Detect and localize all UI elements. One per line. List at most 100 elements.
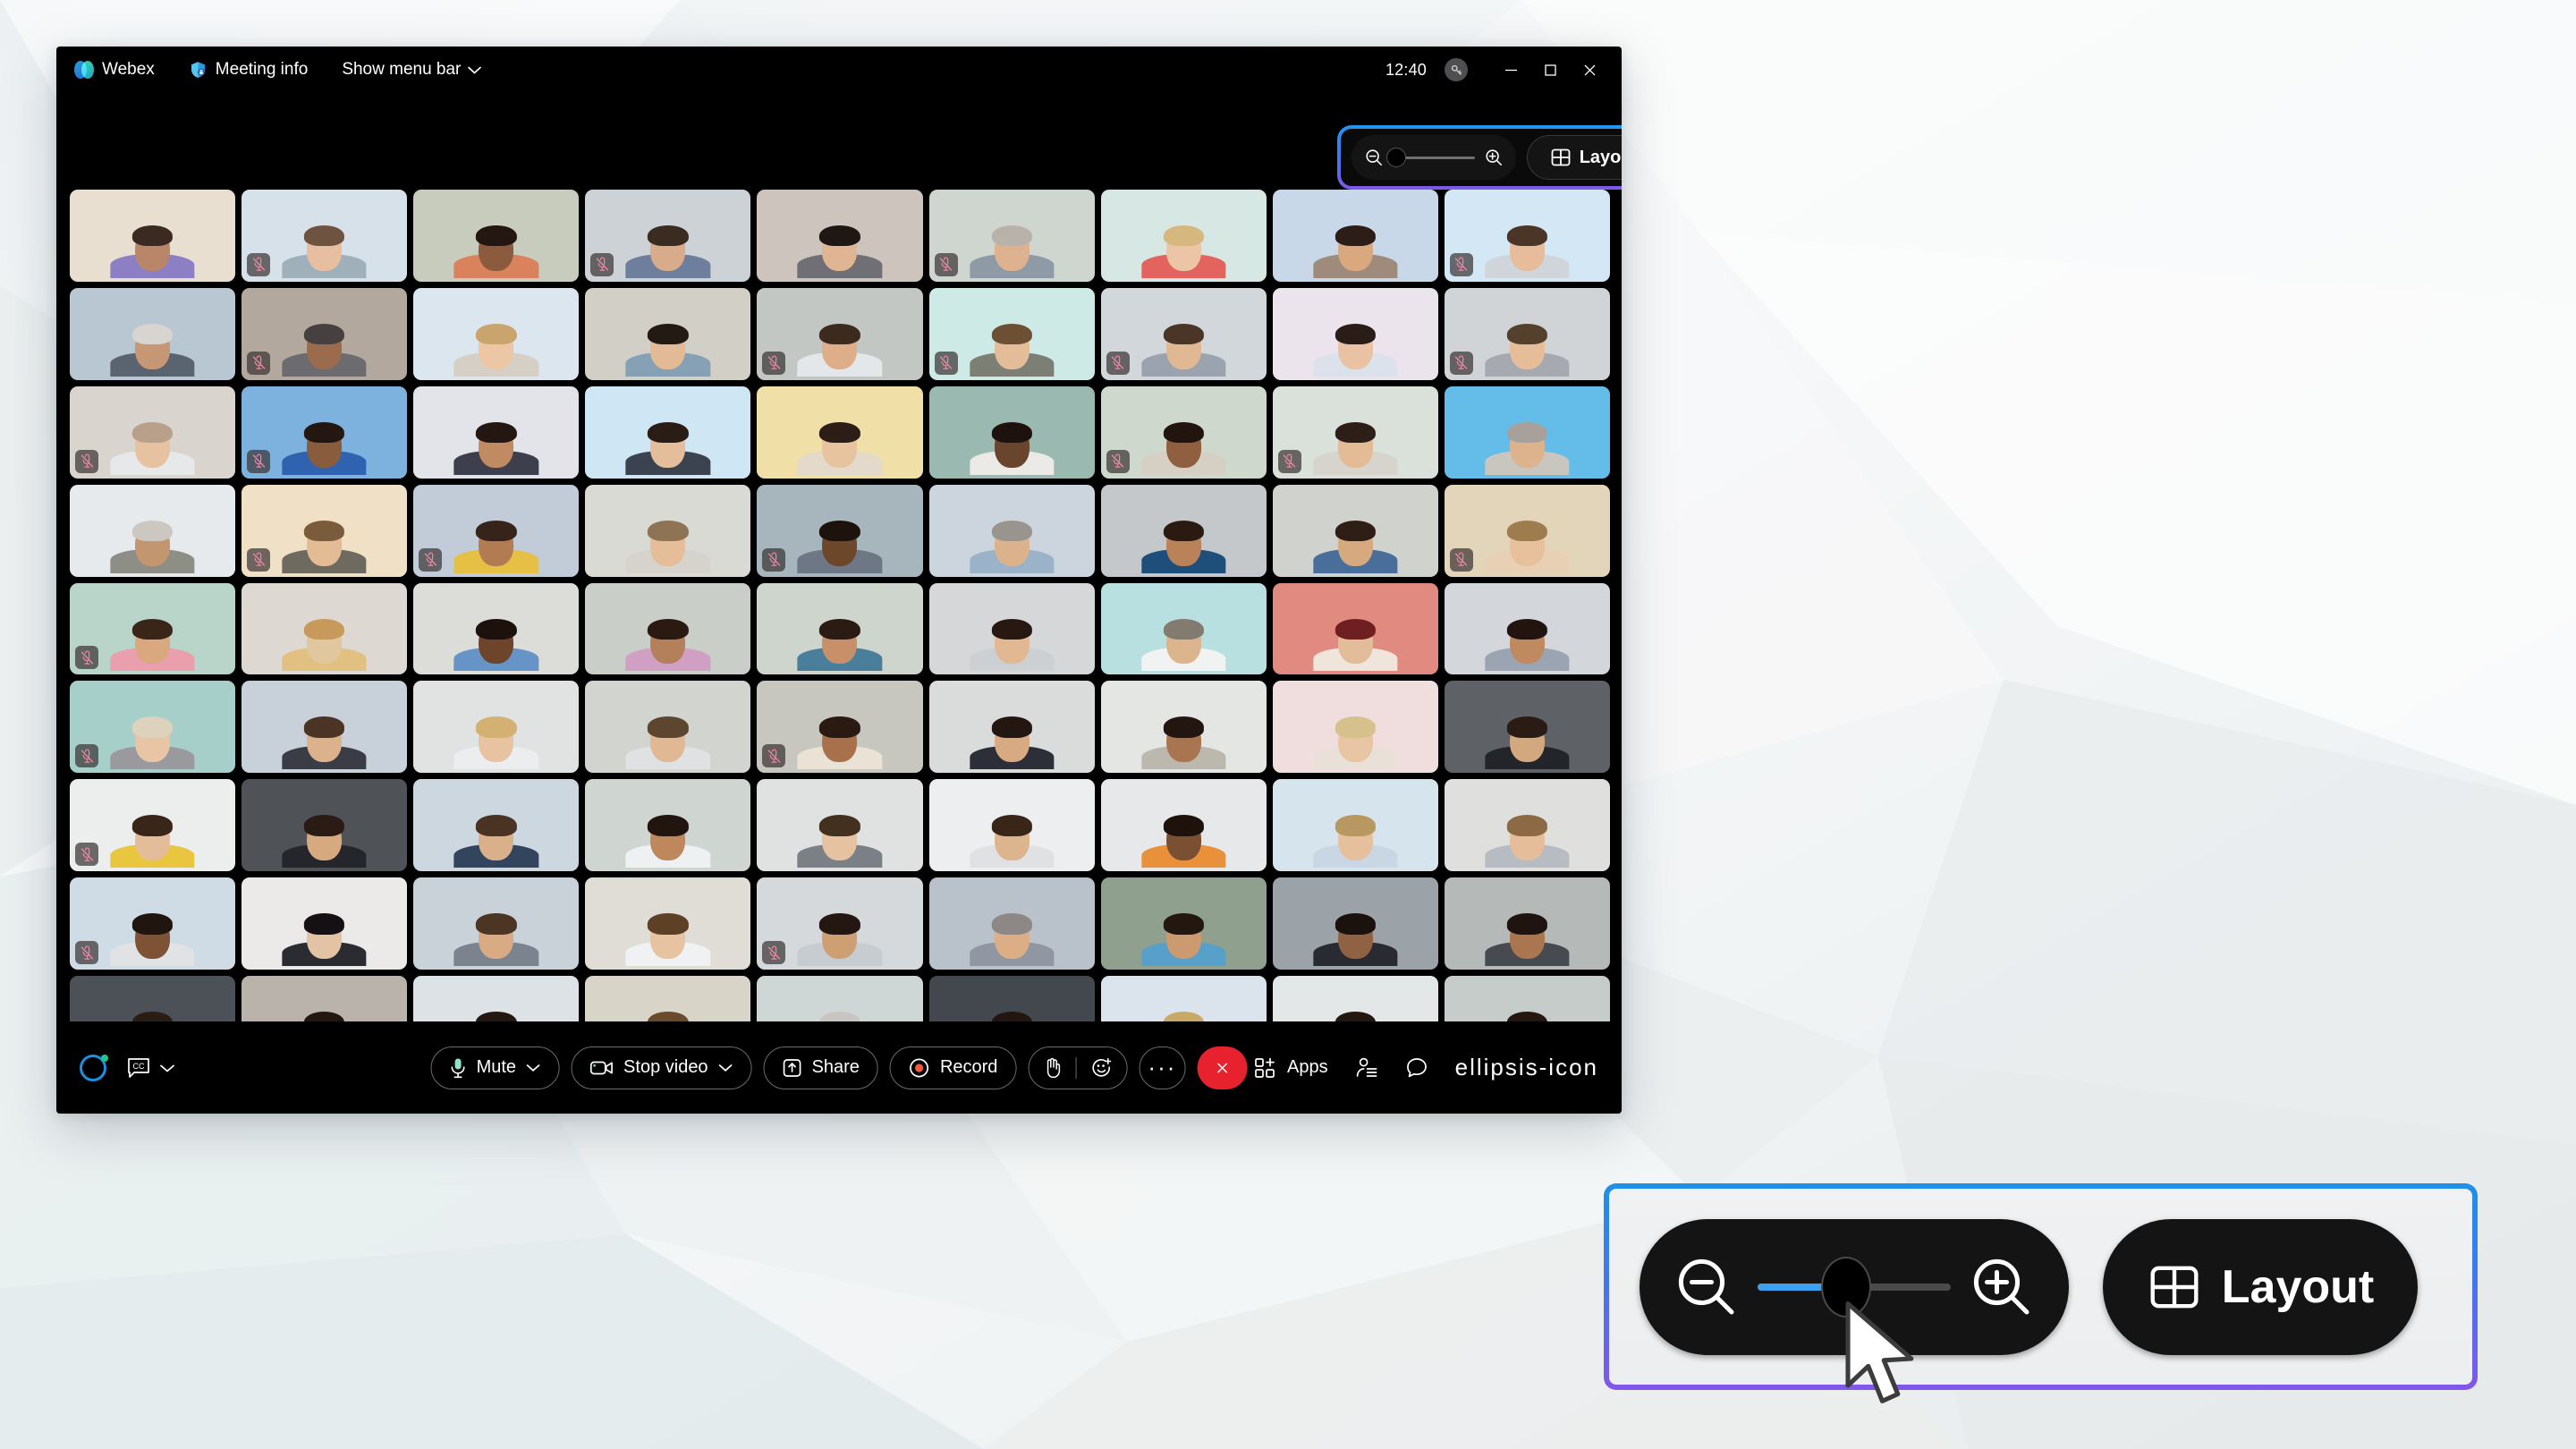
participant-video-tile[interactable] bbox=[70, 877, 236, 970]
participant-video-tile[interactable] bbox=[757, 681, 923, 774]
layout-button[interactable]: Layout bbox=[1527, 135, 1622, 180]
participant-video-tile[interactable] bbox=[585, 386, 751, 479]
participant-video-tile[interactable] bbox=[928, 681, 1095, 774]
participant-video-tile[interactable] bbox=[1100, 877, 1267, 970]
record-button[interactable]: Record bbox=[889, 1046, 1017, 1089]
stop-video-button[interactable]: Stop video bbox=[572, 1046, 752, 1089]
raise-hand-icon[interactable] bbox=[1043, 1057, 1061, 1079]
participant-video-tile[interactable] bbox=[928, 779, 1095, 872]
participant-video-tile[interactable] bbox=[1444, 484, 1610, 577]
magnifier-plus-icon[interactable] bbox=[1967, 1252, 2037, 1322]
participant-video-tile[interactable] bbox=[928, 877, 1095, 970]
participant-video-tile[interactable] bbox=[928, 190, 1095, 282]
participant-video-tile[interactable] bbox=[585, 287, 751, 380]
participant-video-tile[interactable] bbox=[1444, 779, 1610, 872]
participant-video-tile[interactable] bbox=[1272, 582, 1438, 675]
closed-captions-button[interactable]: CC bbox=[126, 1056, 175, 1080]
participant-video-tile[interactable] bbox=[1100, 484, 1267, 577]
participant-video-tile[interactable] bbox=[413, 287, 580, 380]
participant-video-tile[interactable] bbox=[70, 386, 236, 479]
participant-video-tile[interactable] bbox=[242, 287, 408, 380]
chevron-down-icon[interactable] bbox=[718, 1063, 733, 1072]
more-options-button[interactable]: ··· bbox=[1139, 1046, 1186, 1089]
participant-video-tile[interactable] bbox=[242, 582, 408, 675]
participant-video-tile[interactable] bbox=[757, 386, 923, 479]
participant-video-tile[interactable] bbox=[70, 287, 236, 380]
participant-video-tile[interactable] bbox=[928, 484, 1095, 577]
participant-video-tile[interactable] bbox=[70, 190, 236, 282]
participant-video-tile[interactable] bbox=[928, 386, 1095, 479]
minimize-button[interactable] bbox=[1491, 55, 1530, 85]
participant-video-tile[interactable] bbox=[413, 386, 580, 479]
participant-video-tile[interactable] bbox=[585, 779, 751, 872]
participant-video-tile[interactable] bbox=[242, 484, 408, 577]
participant-video-tile[interactable] bbox=[1100, 779, 1267, 872]
participant-video-tile[interactable] bbox=[1444, 681, 1610, 774]
ai-assistant-orb-icon[interactable] bbox=[80, 1054, 108, 1081]
meeting-info-button[interactable]: Meeting info bbox=[189, 60, 308, 80]
maximize-button[interactable] bbox=[1530, 55, 1570, 85]
participant-video-tile[interactable] bbox=[1100, 287, 1267, 380]
zoom-slider-control[interactable] bbox=[1352, 135, 1516, 180]
participant-video-tile[interactable] bbox=[1272, 681, 1438, 774]
chevron-down-icon[interactable] bbox=[159, 1063, 175, 1073]
participant-video-tile[interactable] bbox=[1272, 779, 1438, 872]
chat-button[interactable] bbox=[1405, 1056, 1428, 1080]
participant-video-tile[interactable] bbox=[585, 582, 751, 675]
magnifier-minus-icon[interactable] bbox=[1364, 148, 1384, 167]
participant-video-tile[interactable] bbox=[242, 190, 408, 282]
mute-button[interactable]: Mute bbox=[430, 1046, 561, 1089]
participant-video-tile[interactable] bbox=[1444, 287, 1610, 380]
participant-video-tile[interactable] bbox=[1100, 582, 1267, 675]
zoom-slider-track[interactable] bbox=[1385, 148, 1475, 167]
participant-video-tile[interactable] bbox=[757, 287, 923, 380]
participant-video-tile[interactable] bbox=[70, 484, 236, 577]
participant-video-tile[interactable] bbox=[757, 877, 923, 970]
participant-video-tile[interactable] bbox=[585, 877, 751, 970]
participant-video-tile[interactable] bbox=[413, 681, 580, 774]
participant-video-tile[interactable] bbox=[413, 779, 580, 872]
participant-video-tile[interactable] bbox=[1272, 877, 1438, 970]
participants-button[interactable] bbox=[1355, 1056, 1378, 1080]
close-button[interactable] bbox=[1570, 55, 1609, 85]
end-meeting-button[interactable] bbox=[1197, 1046, 1248, 1089]
reactions-group[interactable] bbox=[1028, 1046, 1128, 1089]
apps-button[interactable]: Apps bbox=[1254, 1056, 1328, 1080]
participant-video-tile[interactable] bbox=[1444, 386, 1610, 479]
participant-video-tile[interactable] bbox=[585, 681, 751, 774]
participant-video-tile[interactable] bbox=[757, 779, 923, 872]
participant-video-tile[interactable] bbox=[70, 681, 236, 774]
participant-video-tile[interactable] bbox=[757, 582, 923, 675]
magnifier-plus-icon[interactable] bbox=[1484, 148, 1504, 167]
participant-video-tile[interactable] bbox=[1444, 582, 1610, 675]
chevron-down-icon[interactable] bbox=[526, 1063, 541, 1072]
key-badge-icon[interactable] bbox=[1445, 58, 1468, 81]
participant-video-tile[interactable] bbox=[70, 779, 236, 872]
participant-video-tile[interactable] bbox=[1272, 190, 1438, 282]
participant-video-tile[interactable] bbox=[1272, 386, 1438, 479]
overflow-menu-button[interactable]: ellipsis-icon bbox=[1455, 1054, 1598, 1081]
emoji-plus-icon[interactable] bbox=[1090, 1057, 1112, 1079]
participant-video-tile[interactable] bbox=[413, 582, 580, 675]
participant-video-tile[interactable] bbox=[1444, 877, 1610, 970]
participant-video-tile[interactable] bbox=[928, 582, 1095, 675]
callout-layout-button[interactable]: Layout bbox=[2103, 1218, 2418, 1355]
callout-zoom-slider-track[interactable] bbox=[1758, 1256, 1951, 1318]
participant-video-tile[interactable] bbox=[242, 779, 408, 872]
participant-video-tile[interactable] bbox=[928, 287, 1095, 380]
participant-video-tile[interactable] bbox=[413, 484, 580, 577]
participant-video-tile[interactable] bbox=[1100, 386, 1267, 479]
zoom-slider-thumb[interactable] bbox=[1385, 148, 1406, 167]
participant-video-tile[interactable] bbox=[413, 190, 580, 282]
participant-video-tile[interactable] bbox=[1100, 190, 1267, 282]
participant-video-tile[interactable] bbox=[242, 681, 408, 774]
participant-video-tile[interactable] bbox=[242, 877, 408, 970]
show-menu-bar-button[interactable]: Show menu bar bbox=[342, 60, 482, 80]
share-button[interactable]: Share bbox=[763, 1046, 878, 1089]
participant-video-tile[interactable] bbox=[757, 484, 923, 577]
participant-video-tile[interactable] bbox=[1100, 681, 1267, 774]
participant-video-tile[interactable] bbox=[1272, 484, 1438, 577]
participant-video-tile[interactable] bbox=[70, 582, 236, 675]
participant-video-tile[interactable] bbox=[757, 190, 923, 282]
participant-video-tile[interactable] bbox=[585, 484, 751, 577]
